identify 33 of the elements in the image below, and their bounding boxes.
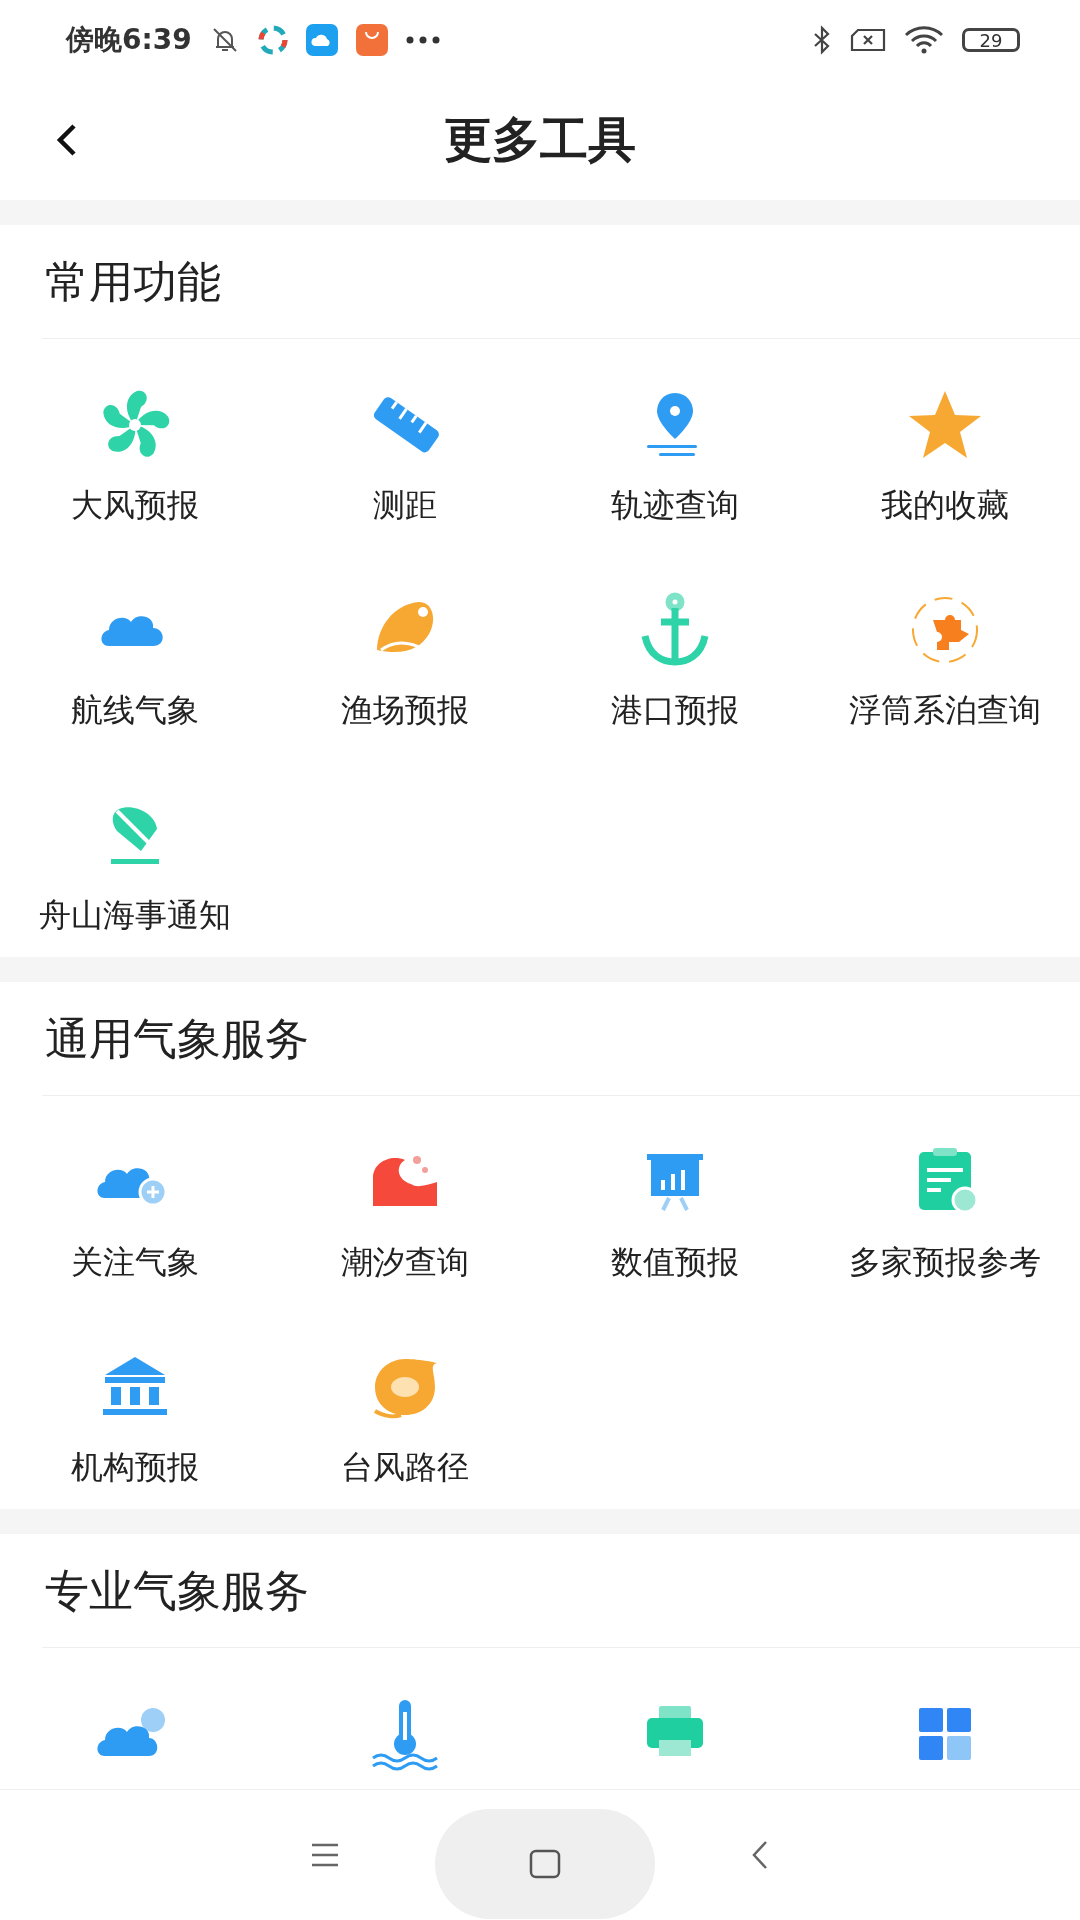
tool-label[interactable]: 大风预报 (71, 483, 199, 527)
chevron-left-icon (750, 1839, 770, 1871)
tool-label[interactable]: 数值预报 (611, 1240, 739, 1284)
tool-label[interactable]: 多家预报参考 (849, 1240, 1041, 1284)
back-nav-button[interactable] (750, 1839, 770, 1871)
cloud-app-icon (305, 24, 338, 56)
store-app-icon (355, 24, 388, 56)
bluetooth-icon (812, 25, 832, 55)
tool-label[interactable]: 机构预报 (71, 1445, 199, 1489)
page-title: 更多工具 (444, 110, 636, 169)
square-icon (529, 1849, 561, 1879)
section-title: 通用气象服务 (44, 1012, 310, 1066)
menu-button[interactable] (310, 1842, 340, 1868)
tool-label[interactable]: 舟山海事通知 (39, 893, 231, 937)
section-title: 专业气象服务 (44, 1564, 310, 1618)
section-title: 常用功能 (44, 255, 222, 309)
tool-label[interactable]: 浮筒系泊查询 (849, 688, 1041, 732)
wifi-icon (904, 26, 944, 54)
menu-icon (310, 1842, 340, 1868)
more-icon (405, 36, 440, 44)
app-icon (257, 25, 288, 55)
tool-label[interactable]: 渔场预报 (341, 688, 469, 732)
battery-indicator: 29 (962, 28, 1020, 52)
tool-label[interactable]: 潮汐查询 (341, 1240, 469, 1284)
tool-label[interactable]: 港口预报 (611, 688, 739, 732)
tool-label[interactable]: 轨迹查询 (611, 483, 739, 527)
status-time: 傍晚6:39 (66, 22, 192, 58)
no-sim-icon (850, 28, 886, 52)
tool-label[interactable]: 测距 (373, 483, 437, 527)
tool-label[interactable]: 我的收藏 (881, 483, 1009, 527)
tool-label[interactable]: 关注气象 (71, 1240, 199, 1284)
tool-label[interactable]: 台风路径 (341, 1445, 469, 1489)
tool-label[interactable]: 航线气象 (71, 688, 199, 732)
